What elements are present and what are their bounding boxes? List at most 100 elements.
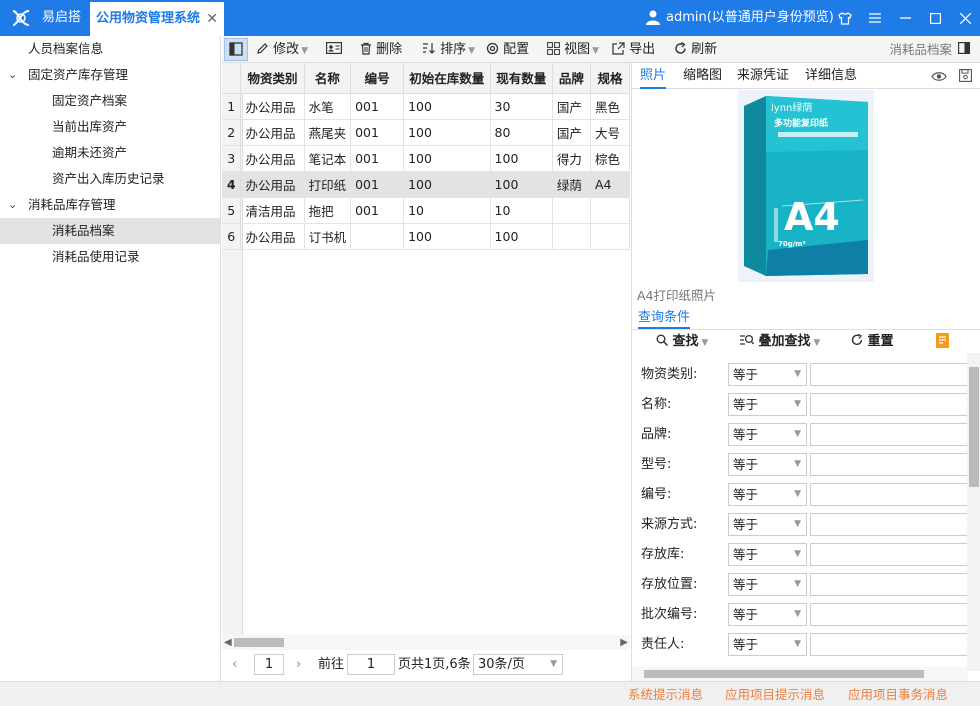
tree-item-fixed-asset-archive[interactable]: 固定资产档案 <box>52 88 220 114</box>
table-cell[interactable]: 绿荫 <box>552 171 591 198</box>
operator-select[interactable]: 等于 ▼ <box>728 603 807 626</box>
table-row[interactable]: 6 办公用品 订书机 100 100 <box>222 223 630 250</box>
value-input[interactable] <box>810 543 970 566</box>
tab-close-icon[interactable]: ✕ <box>206 2 218 36</box>
tree-item-overdue[interactable]: 逾期未还资产 <box>52 140 220 166</box>
tab-thumbnail[interactable]: 缩略图 <box>683 63 722 89</box>
table-row-selected[interactable]: 4 办公用品 打印纸 001 100 100 绿荫 A4 <box>222 171 630 198</box>
operator-select[interactable]: 等于 ▼ <box>728 423 807 446</box>
operator-select[interactable]: 等于 ▼ <box>728 453 807 476</box>
value-input[interactable] <box>810 363 970 386</box>
tree-item-fixed-assets[interactable]: ⌄ 固定资产库存管理 <box>0 62 220 88</box>
table-row[interactable]: 2 办公用品 燕尾夹 001 100 80 国产 大号 <box>222 119 630 146</box>
prev-page-icon[interactable]: ‹ <box>232 650 237 680</box>
tree-item-consumables[interactable]: ⌄ 消耗品库存管理 <box>0 192 220 218</box>
table-cell[interactable]: 得力 <box>552 145 591 172</box>
tree-item-consumable-usage[interactable]: 消耗品使用记录 <box>52 244 220 270</box>
column-header[interactable]: 品牌 <box>552 63 591 94</box>
table-cell[interactable] <box>590 223 630 250</box>
table-cell[interactable]: 办公用品 <box>240 119 305 146</box>
table-cell[interactable] <box>552 197 591 224</box>
tree-item-current-out[interactable]: 当前出库资产 <box>52 114 220 140</box>
table-cell[interactable]: 100 <box>403 119 491 146</box>
chevron-down-icon[interactable]: ▼ <box>592 46 599 56</box>
value-input[interactable] <box>810 423 970 446</box>
chevron-down-icon[interactable]: ▼ <box>301 46 308 56</box>
scroll-right-icon[interactable]: ▶ <box>620 635 628 650</box>
view-button[interactable]: 视图 ▼ <box>547 36 599 63</box>
operator-select[interactable]: 等于 ▼ <box>728 483 807 506</box>
table-cell[interactable]: 80 <box>490 119 553 146</box>
value-input[interactable] <box>810 633 970 656</box>
page-size-select[interactable]: 30条/页 ▼ <box>473 654 563 675</box>
config-button[interactable]: 配置 <box>486 36 529 63</box>
table-cell[interactable]: 100 <box>490 223 553 250</box>
table-cell[interactable] <box>350 223 405 250</box>
chevron-down-icon[interactable]: ⌄ <box>8 192 17 218</box>
table-cell[interactable]: 办公用品 <box>240 93 305 120</box>
table-cell[interactable]: 10 <box>490 197 553 224</box>
table-row[interactable]: 3 办公用品 笔记本 001 100 100 得力 棕色 <box>222 145 630 172</box>
table-cell[interactable]: 001 <box>350 197 405 224</box>
table-cell[interactable]: 棕色 <box>590 145 630 172</box>
tree-item-asset-history[interactable]: 资产出入库历史记录 <box>52 166 220 192</box>
table-cell[interactable]: 001 <box>350 145 405 172</box>
table-cell[interactable]: 拖把 <box>304 197 352 224</box>
query-vertical-scrollbar[interactable] <box>967 353 980 671</box>
refresh-button[interactable]: 刷新 <box>674 36 717 63</box>
scrollbar-thumb[interactable] <box>969 367 979 487</box>
table-cell[interactable]: 清洁用品 <box>240 197 305 224</box>
chevron-down-icon[interactable]: ▼ <box>468 46 475 56</box>
table-cell[interactable]: 100 <box>403 93 491 120</box>
operator-select[interactable]: 等于 ▼ <box>728 363 807 386</box>
app-name[interactable]: 易启搭 <box>42 0 81 36</box>
menu-icon[interactable] <box>860 0 890 36</box>
table-cell[interactable]: 国产 <box>552 93 591 120</box>
column-header[interactable]: 名称 <box>304 63 352 94</box>
save-icon[interactable] <box>959 69 972 82</box>
operator-select[interactable]: 等于 ▼ <box>728 543 807 566</box>
table-row[interactable]: 5 清洁用品 拖把 001 10 10 <box>222 197 630 224</box>
value-input[interactable] <box>810 513 970 536</box>
value-input[interactable] <box>810 573 970 596</box>
table-cell[interactable]: 10 <box>403 197 491 224</box>
table-cell[interactable]: 100 <box>490 145 553 172</box>
operator-select[interactable]: 等于 ▼ <box>728 393 807 416</box>
table-cell[interactable]: 水笔 <box>304 93 352 120</box>
tab-photo[interactable]: 照片 <box>640 63 667 89</box>
column-header[interactable]: 初始在库数量 <box>403 63 491 94</box>
table-cell[interactable]: 办公用品 <box>240 145 305 172</box>
operator-select[interactable]: 等于 ▼ <box>728 513 807 536</box>
toggle-panel-button[interactable] <box>224 38 248 61</box>
goto-page-input[interactable]: 1 <box>347 654 395 675</box>
column-header[interactable]: 编号 <box>350 63 405 94</box>
value-input[interactable] <box>810 393 970 416</box>
value-input[interactable] <box>810 483 970 506</box>
current-page-box[interactable]: 1 <box>254 654 284 675</box>
operator-select[interactable]: 等于 ▼ <box>728 633 807 656</box>
operator-select[interactable]: 等于 ▼ <box>728 573 807 596</box>
scroll-left-icon[interactable]: ◀ <box>224 635 232 650</box>
table-cell[interactable]: 国产 <box>552 119 591 146</box>
column-header[interactable]: 规格 <box>590 63 630 94</box>
table-cell[interactable]: 大号 <box>590 119 630 146</box>
table-cell[interactable]: 001 <box>350 93 405 120</box>
grid-horizontal-scrollbar[interactable]: ◀ ▶ <box>222 635 630 650</box>
table-cell[interactable]: 燕尾夹 <box>304 119 352 146</box>
maximize-icon[interactable] <box>920 0 950 36</box>
reset-button[interactable]: 重置 <box>851 331 894 353</box>
table-cell[interactable] <box>590 197 630 224</box>
table-cell[interactable]: 100 <box>403 145 491 172</box>
table-cell[interactable] <box>552 223 591 250</box>
table-cell[interactable]: 打印纸 <box>304 171 352 198</box>
table-cell[interactable]: 30 <box>490 93 553 120</box>
chevron-down-icon[interactable]: ▼ <box>811 338 820 348</box>
value-input[interactable] <box>810 453 970 476</box>
stack-find-button[interactable]: 叠加查找 ▼ <box>740 331 820 353</box>
find-button[interactable]: 查找 ▼ <box>656 331 708 353</box>
tree-item-personnel[interactable]: 人员档案信息 <box>28 36 220 62</box>
skin-icon[interactable] <box>830 0 860 36</box>
eye-icon[interactable] <box>931 71 947 82</box>
app-message-link[interactable]: 应用项目提示消息 <box>725 682 825 706</box>
close-icon[interactable] <box>950 0 980 36</box>
